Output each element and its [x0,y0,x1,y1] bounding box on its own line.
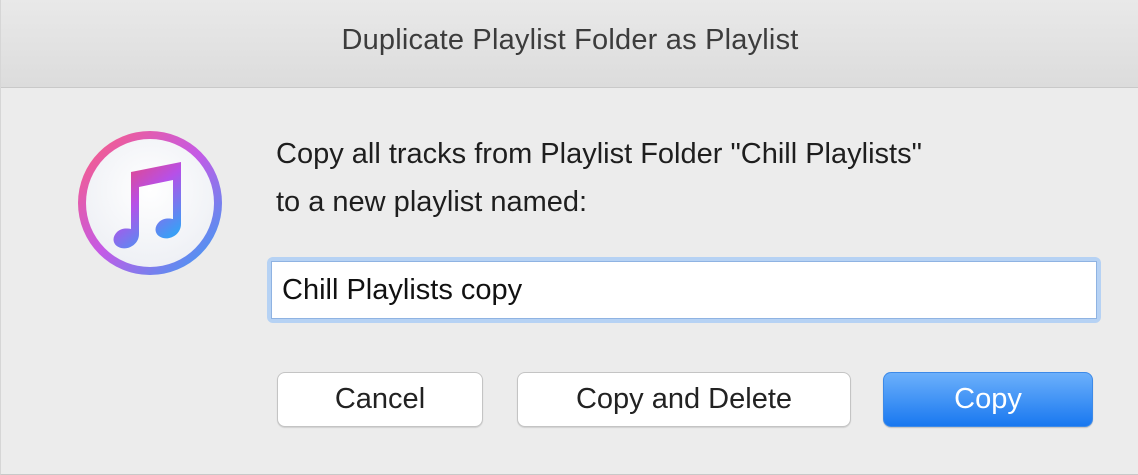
copy-and-delete-button[interactable]: Copy and Delete [517,372,851,427]
message-line-1: Copy all tracks from Playlist Folder "Ch… [276,138,922,170]
playlist-name-field-focus-ring [267,257,1101,323]
dialog-window: Duplicate Playlist Folder as Playlist Co… [0,0,1138,475]
playlist-name-input[interactable] [271,261,1097,319]
dialog-message: Copy all tracks from Playlist Folder "Ch… [276,130,1106,226]
message-line-2: to a new playlist named: [276,186,588,218]
copy-button[interactable]: Copy [883,372,1093,427]
cancel-button[interactable]: Cancel [277,372,483,427]
window-title: Duplicate Playlist Folder as Playlist [341,24,799,56]
itunes-icon [75,128,225,278]
title-bar[interactable]: Duplicate Playlist Folder as Playlist [1,0,1138,88]
